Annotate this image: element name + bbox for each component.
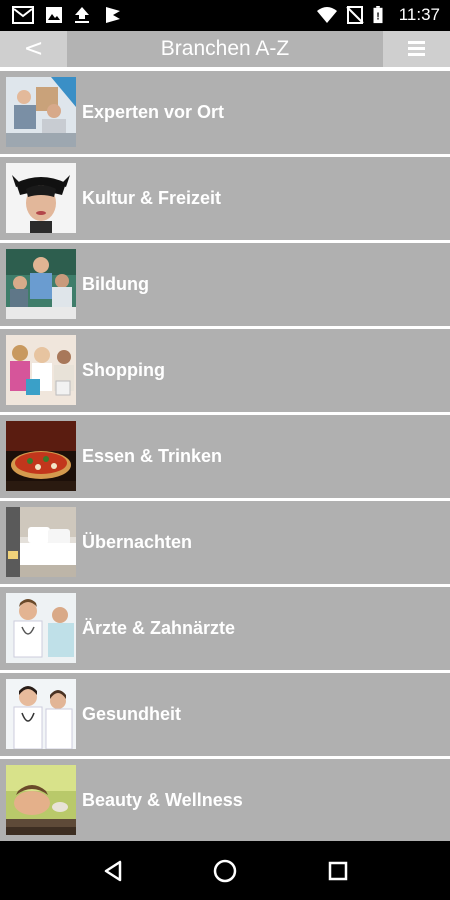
clock-time: 11:37 [398, 5, 440, 24]
list-item-gesundheit[interactable]: Gesundheit [0, 673, 450, 756]
upload-icon [75, 7, 89, 23]
battery-icon: ! [373, 6, 383, 24]
list-item-beauty[interactable]: Beauty & Wellness [0, 759, 450, 842]
image-icon [46, 7, 62, 23]
shoppers-thumbnail [6, 335, 76, 405]
masked-woman-thumbnail [6, 163, 76, 233]
wifi-icon [317, 7, 337, 23]
system-nav-bar [0, 841, 450, 900]
list-item-kultur[interactable]: Kultur & Freizeit [0, 157, 450, 240]
home-circle-icon[interactable] [211, 857, 239, 885]
doctor-thumbnail [6, 593, 76, 663]
back-button[interactable]: < [0, 31, 67, 67]
classroom-thumbnail [6, 249, 76, 319]
list-item-label: Experten vor Ort [82, 102, 225, 122]
list-item-essen[interactable]: Essen & Trinken [0, 415, 450, 498]
no-sim-icon [346, 6, 364, 24]
list-item-experten[interactable]: Experten vor Ort [0, 71, 450, 154]
list-item-bildung[interactable]: Bildung [0, 243, 450, 326]
list-item-label: Bildung [82, 274, 149, 294]
svg-text:!: ! [376, 12, 379, 23]
status-bar: ! 11:37 [0, 0, 450, 31]
screen: ! 11:37 < Branchen A-Z Experten vor Ort … [0, 0, 450, 900]
menu-button[interactable] [383, 31, 450, 67]
spa-thumbnail [6, 765, 76, 835]
list-item-aerzte[interactable]: Ärzte & Zahnärzte [0, 587, 450, 670]
flag-icon [106, 7, 120, 23]
list-item-label: Kultur & Freizeit [82, 188, 222, 208]
category-list: Experten vor Ort Kultur & Freizeit Bildu… [0, 67, 450, 842]
recents-square-icon[interactable] [324, 857, 352, 885]
app-header: < Branchen A-Z [0, 31, 450, 67]
gmail-icon [12, 6, 34, 24]
list-item-label: Übernachten [82, 532, 193, 552]
page-title: Branchen A-Z [160, 37, 290, 60]
back-triangle-icon[interactable] [100, 857, 128, 885]
list-item-label: Beauty & Wellness [82, 790, 243, 810]
list-item-shopping[interactable]: Shopping [0, 329, 450, 412]
list-item-label: Gesundheit [82, 704, 182, 724]
pizza-thumbnail [6, 421, 76, 491]
list-item-label: Ärzte & Zahnärzte [82, 618, 236, 638]
list-item-label: Shopping [82, 360, 165, 380]
medical-team-thumbnail [6, 679, 76, 749]
consultants-thumbnail [6, 77, 76, 147]
list-item-label: Essen & Trinken [82, 446, 223, 466]
hotel-bed-thumbnail [6, 507, 76, 577]
list-item-uebernachten[interactable]: Übernachten [0, 501, 450, 584]
